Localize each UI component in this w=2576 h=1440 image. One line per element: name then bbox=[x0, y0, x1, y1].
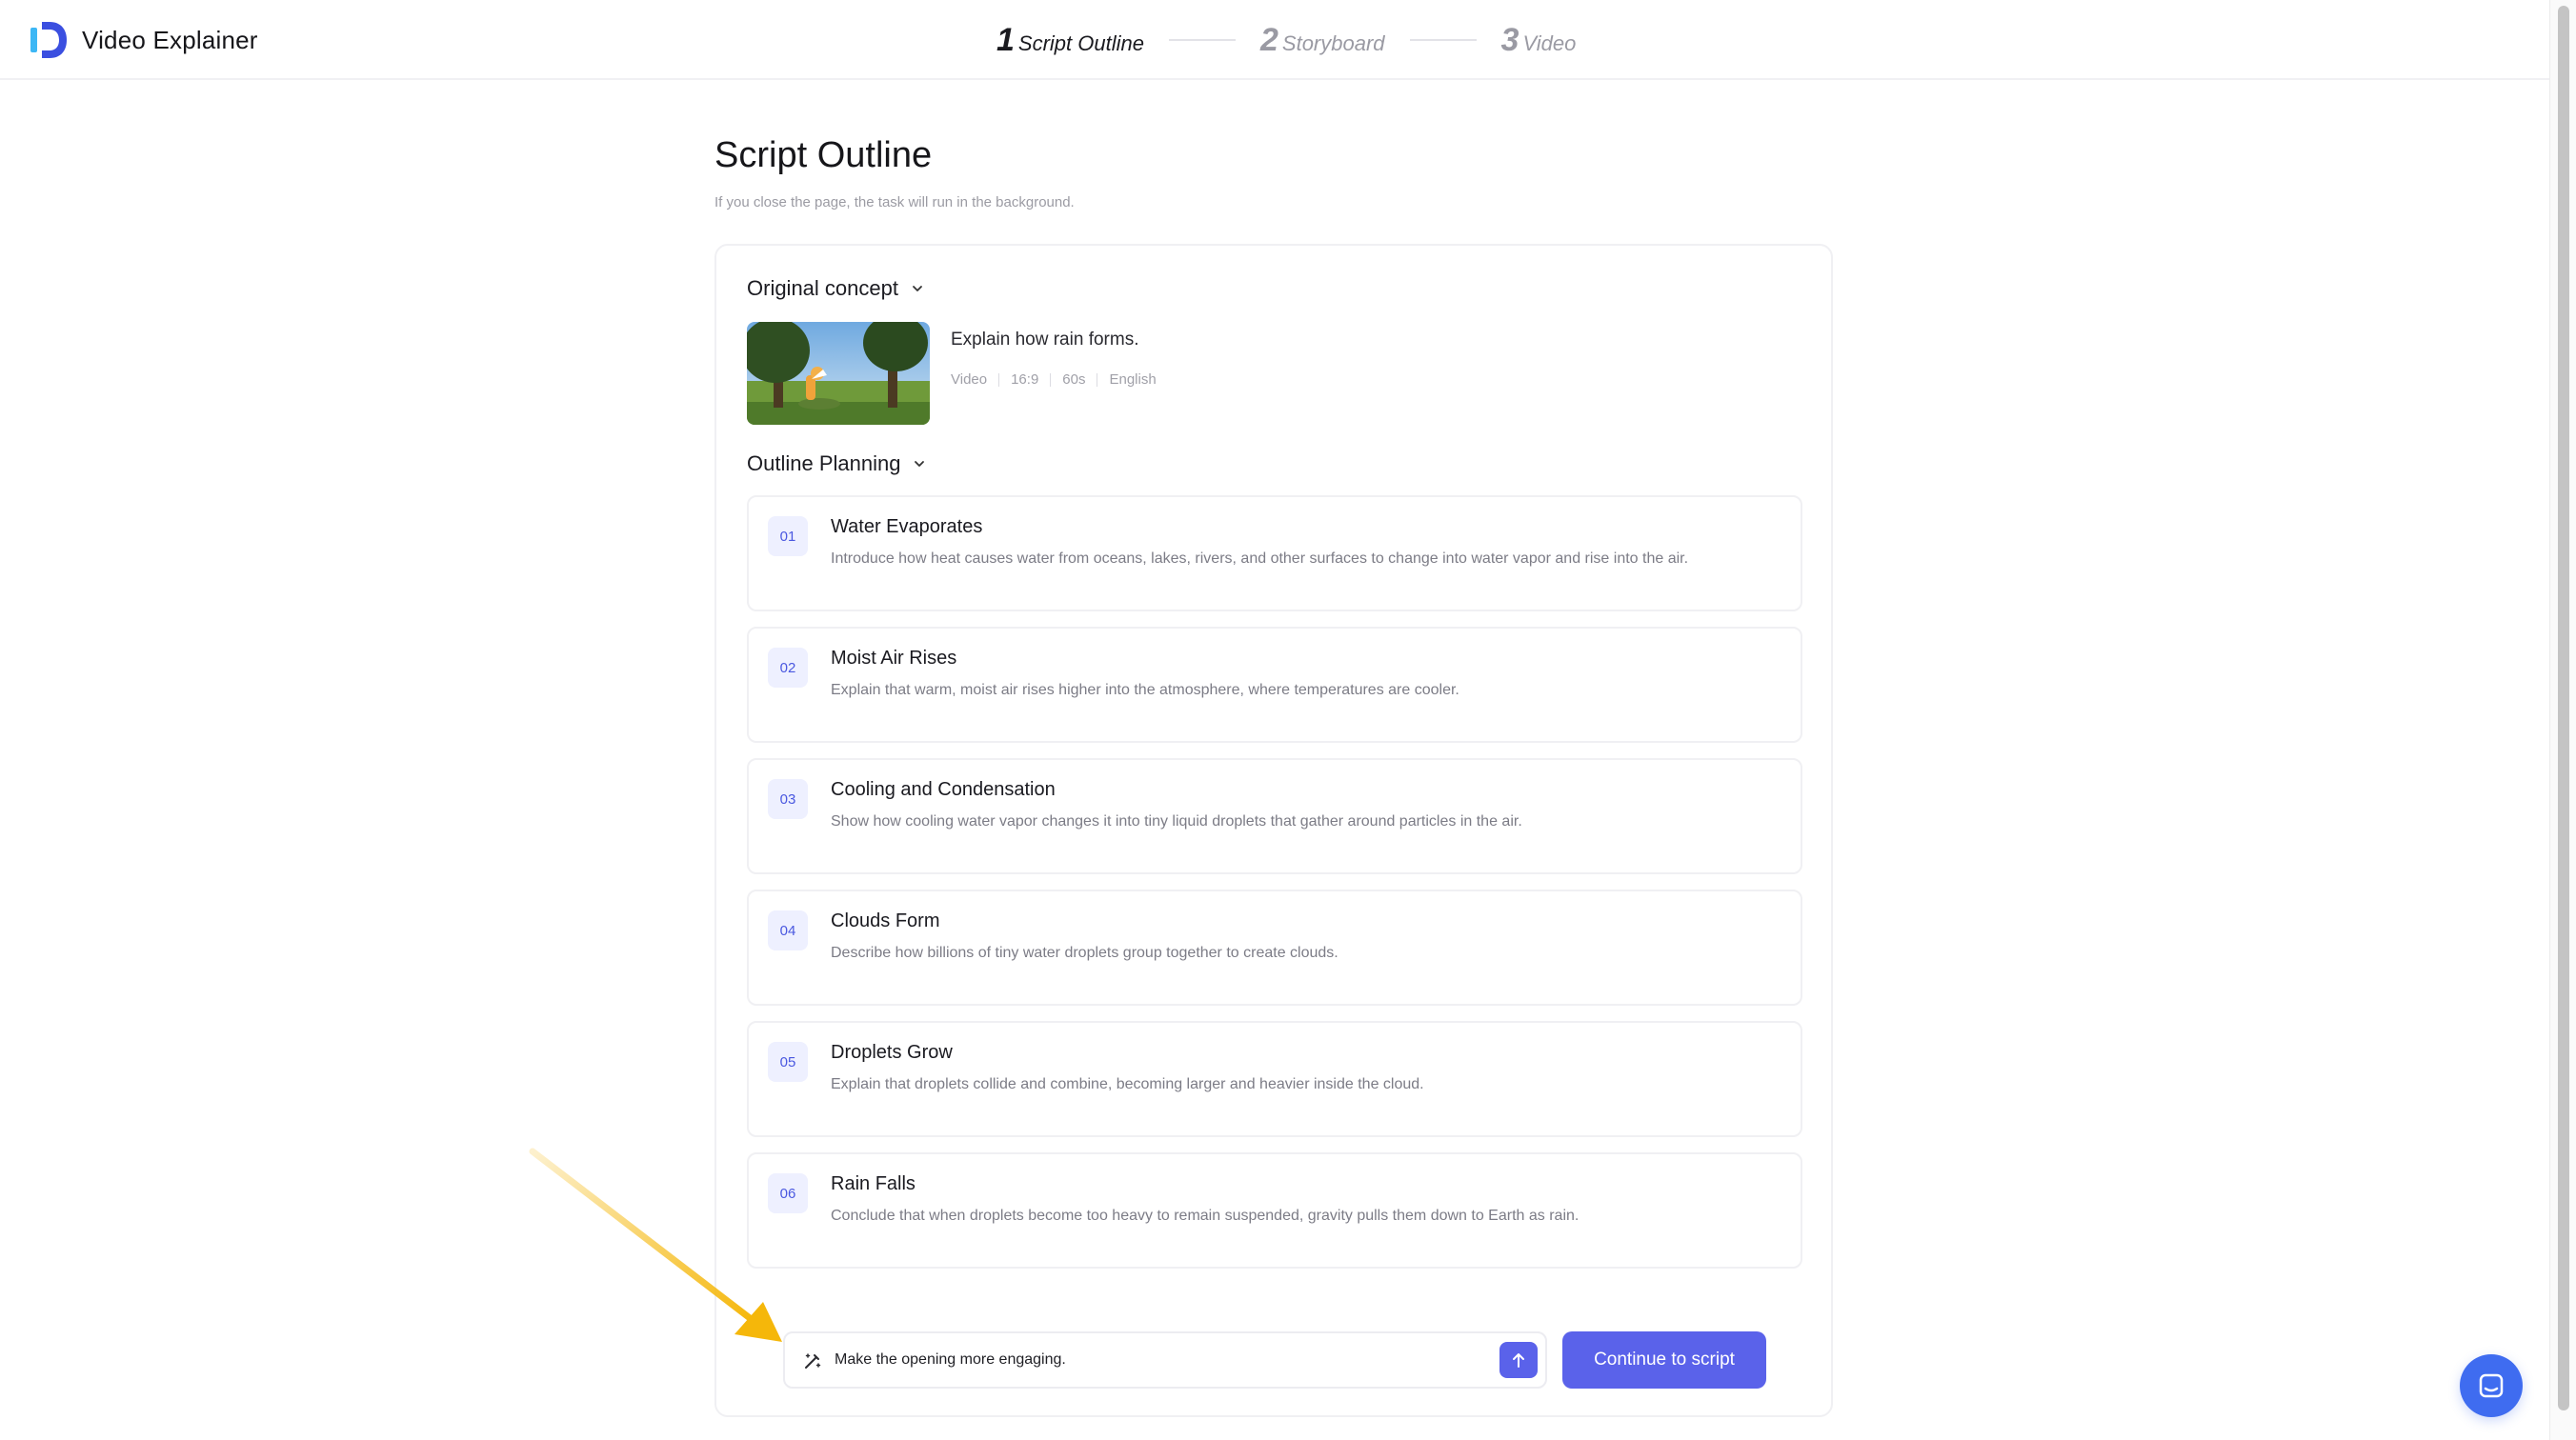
item-number-badge: 03 bbox=[768, 779, 808, 819]
item-description: Introduce how heat causes water from oce… bbox=[831, 550, 1689, 567]
step-storyboard[interactable]: 2 Storyboard bbox=[1260, 24, 1385, 56]
annotation-arrow bbox=[529, 1148, 782, 1342]
item-number-badge: 01 bbox=[768, 516, 808, 556]
outline-card: Original concept Explain how rain forms.… bbox=[714, 244, 1833, 1417]
continue-to-script-button[interactable]: Continue to script bbox=[1562, 1331, 1766, 1389]
step-divider bbox=[1168, 39, 1236, 41]
meta-aspect-ratio: 16:9 bbox=[1011, 371, 1039, 388]
step-number: 3 bbox=[1500, 22, 1519, 58]
outline-item[interactable]: 01 Water Evaporates Introduce how heat c… bbox=[747, 495, 1802, 611]
item-title: Water Evaporates bbox=[831, 516, 983, 537]
meta-separator bbox=[998, 372, 1000, 387]
step-number: 1 bbox=[996, 22, 1015, 58]
item-title: Rain Falls bbox=[831, 1173, 916, 1194]
item-number-badge: 04 bbox=[768, 910, 808, 950]
send-button[interactable] bbox=[1499, 1342, 1538, 1378]
meta-separator bbox=[1050, 372, 1052, 387]
page-title: Script Outline bbox=[714, 135, 933, 175]
chat-support-button[interactable] bbox=[2460, 1354, 2523, 1417]
step-indicator: 1 Script Outline 2 Storyboard 3 Video bbox=[996, 17, 1576, 63]
section-label: Outline Planning bbox=[747, 451, 901, 475]
step-label: Storyboard bbox=[1281, 31, 1385, 55]
revision-prompt-input[interactable] bbox=[835, 1333, 1482, 1387]
step-number: 2 bbox=[1259, 22, 1278, 58]
item-title: Clouds Form bbox=[831, 910, 940, 931]
thumbnail-image bbox=[747, 322, 930, 425]
arrow-up-icon bbox=[1513, 1353, 1524, 1368]
item-title: Droplets Grow bbox=[831, 1042, 953, 1063]
item-description: Explain that warm, moist air rises highe… bbox=[831, 682, 1459, 698]
item-description: Conclude that when droplets become too h… bbox=[831, 1208, 1580, 1224]
top-bar: Video Explainer 1 Script Outline 2 Story… bbox=[0, 0, 2549, 80]
concept-summary: Explain how rain forms. Video 16:9 60s E… bbox=[747, 322, 1604, 427]
scrollbar-thumb[interactable] bbox=[2558, 6, 2569, 1410]
outline-item[interactable]: 05 Droplets Grow Explain that droplets c… bbox=[747, 1021, 1802, 1137]
step-script-outline[interactable]: 1 Script Outline bbox=[996, 24, 1144, 56]
chat-icon bbox=[2479, 1373, 2504, 1398]
item-number-badge: 05 bbox=[768, 1042, 808, 1082]
concept-text: Explain how rain forms. bbox=[951, 330, 1139, 350]
brand[interactable]: Video Explainer bbox=[29, 17, 258, 63]
chevron-down-icon bbox=[913, 286, 922, 291]
item-description: Explain that droplets collide and combin… bbox=[831, 1076, 1424, 1092]
step-divider bbox=[1409, 39, 1477, 41]
step-label: Video bbox=[1522, 31, 1577, 55]
section-label: Original concept bbox=[747, 276, 898, 300]
chevron-down-icon bbox=[915, 461, 925, 467]
item-title: Moist Air Rises bbox=[831, 648, 957, 669]
revision-prompt-box[interactable] bbox=[783, 1331, 1547, 1389]
item-description: Describe how billions of tiny water drop… bbox=[831, 945, 1338, 961]
step-label: Script Outline bbox=[1017, 31, 1144, 55]
item-title: Cooling and Condensation bbox=[831, 779, 1056, 800]
concept-thumbnail[interactable] bbox=[747, 322, 930, 425]
app-name: Video Explainer bbox=[82, 25, 258, 54]
item-number-badge: 02 bbox=[768, 648, 808, 688]
meta-duration: 60s bbox=[1062, 371, 1086, 388]
step-video[interactable]: 3 Video bbox=[1501, 24, 1577, 56]
meta-language: English bbox=[1109, 371, 1157, 388]
page-subtitle: If you close the page, the task will run… bbox=[714, 194, 1075, 210]
outline-item[interactable]: 06 Rain Falls Conclude that when droplet… bbox=[747, 1152, 1802, 1269]
outline-item[interactable]: 02 Moist Air Rises Explain that warm, mo… bbox=[747, 627, 1802, 743]
item-description: Show how cooling water vapor changes it … bbox=[831, 813, 1522, 830]
logo-icon bbox=[30, 22, 67, 58]
original-concept-toggle[interactable]: Original concept bbox=[747, 276, 925, 301]
magic-wand-icon bbox=[805, 1353, 821, 1369]
outline-item[interactable]: 03 Cooling and Condensation Show how coo… bbox=[747, 758, 1802, 874]
meta-format: Video bbox=[951, 371, 988, 388]
outline-planning-toggle[interactable]: Outline Planning bbox=[747, 451, 927, 476]
page-scrollbar[interactable] bbox=[2549, 0, 2576, 1440]
outline-item[interactable]: 04 Clouds Form Describe how billions of … bbox=[747, 890, 1802, 1006]
concept-meta: Video 16:9 60s English bbox=[951, 371, 1157, 388]
